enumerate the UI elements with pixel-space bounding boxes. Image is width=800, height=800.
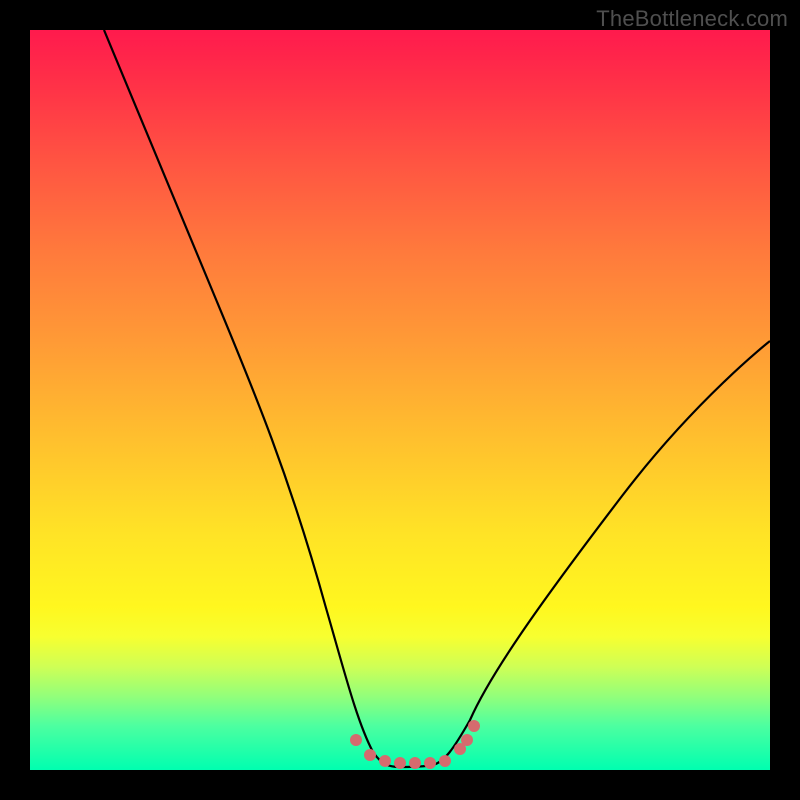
valley-marker [364, 749, 376, 761]
valley-marker [461, 734, 473, 746]
valley-marker [394, 757, 406, 769]
plot-area [30, 30, 770, 770]
valley-marker [379, 755, 391, 767]
valley-marker [439, 755, 451, 767]
bottleneck-curve [104, 30, 770, 767]
chart-frame: TheBottleneck.com [0, 0, 800, 800]
valley-marker [468, 720, 480, 732]
valley-marker [409, 757, 421, 769]
valley-marker [424, 757, 436, 769]
watermark-text: TheBottleneck.com [596, 6, 788, 32]
valley-marker [350, 734, 362, 746]
curve-layer [30, 30, 770, 770]
